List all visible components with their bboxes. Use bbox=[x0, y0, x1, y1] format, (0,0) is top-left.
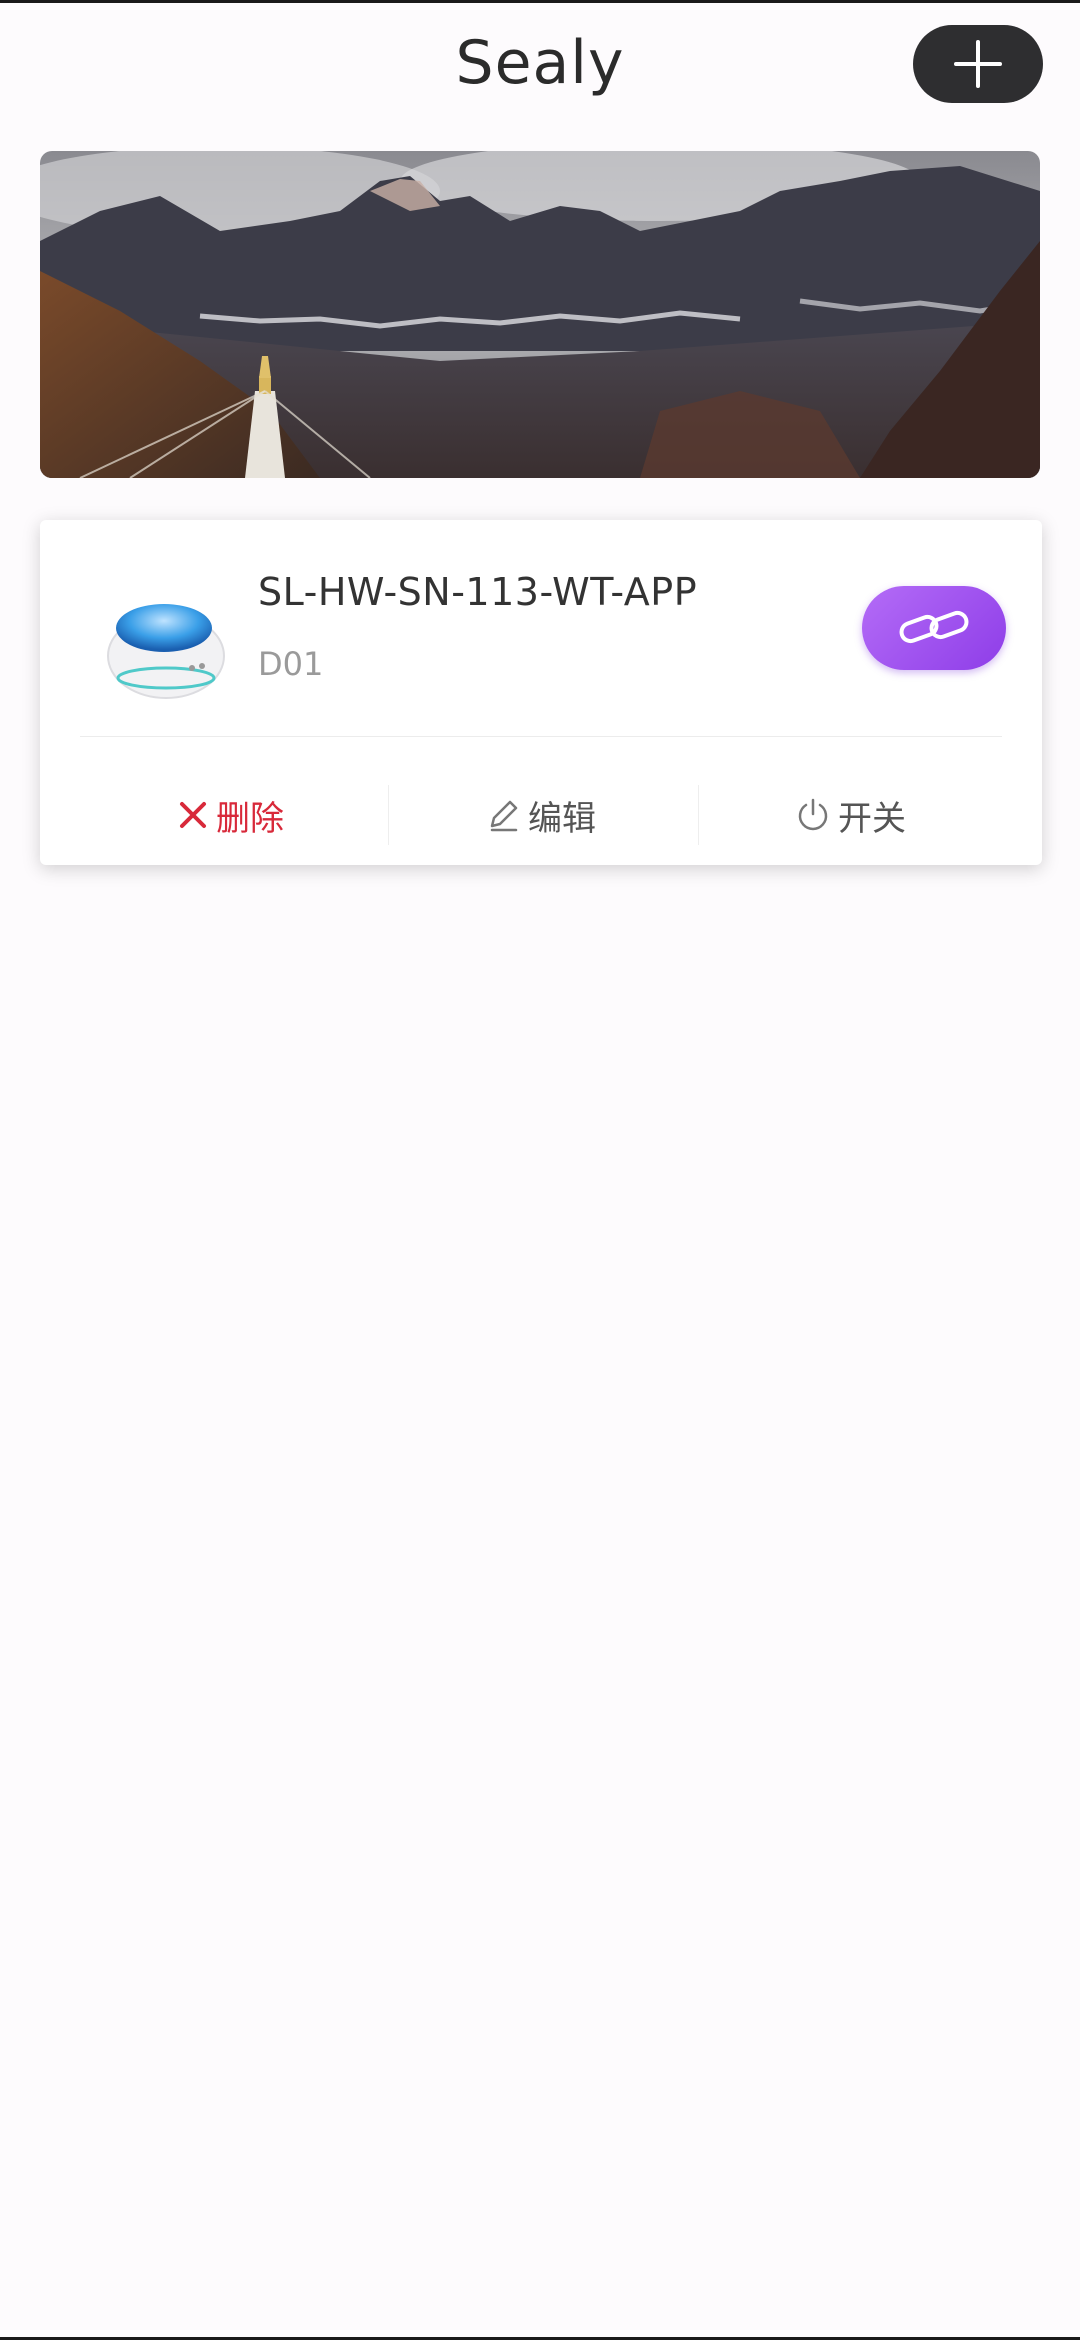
device-card[interactable]: SL-HW-SN-113-WT-APP D01 删除 编辑 开关 bbox=[40, 520, 1042, 865]
app-screen: Sealy SL-HW-SN-113-WT-APP D01 删除 编辑 开关 bbox=[0, 0, 1080, 2340]
action-separator bbox=[388, 785, 389, 845]
device-id: D01 bbox=[258, 645, 324, 683]
delete-button[interactable]: 删除 bbox=[100, 775, 360, 855]
card-divider bbox=[80, 736, 1002, 737]
link-icon bbox=[899, 610, 969, 644]
delete-label: 删除 bbox=[216, 798, 284, 839]
banner-image bbox=[40, 151, 1040, 478]
device-thumbnail bbox=[107, 604, 225, 699]
header: Sealy bbox=[0, 0, 1080, 140]
device-name: SL-HW-SN-113-WT-APP bbox=[258, 570, 698, 614]
close-icon bbox=[180, 802, 206, 828]
connect-button[interactable] bbox=[862, 586, 1006, 670]
power-icon bbox=[798, 798, 828, 831]
plus-icon bbox=[954, 40, 1002, 88]
power-button[interactable]: 开关 bbox=[720, 775, 980, 855]
add-device-button[interactable] bbox=[913, 25, 1043, 103]
pencil-icon bbox=[490, 800, 518, 832]
edit-button[interactable]: 编辑 bbox=[410, 775, 670, 855]
edit-label: 编辑 bbox=[528, 798, 596, 839]
card-actions: 删除 编辑 开关 bbox=[40, 775, 1042, 855]
action-separator bbox=[698, 785, 699, 845]
power-label: 开关 bbox=[838, 798, 906, 839]
